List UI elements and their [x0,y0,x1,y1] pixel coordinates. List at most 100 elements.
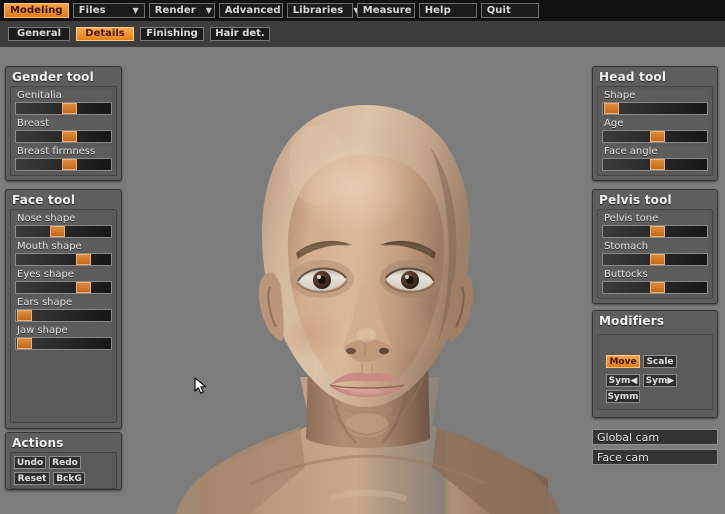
menu-item-help[interactable]: Help [419,3,477,18]
background-button-label: BckG [56,473,82,485]
slider-face-angle[interactable]: Face angle [602,146,708,171]
panel-gender-tool-body: Genitalia Breast Breast firmness [10,86,117,176]
panel-face-tool-title: Face tool [6,190,121,209]
panel-actions-body: Undo Redo Reset BckG [10,452,117,489]
background-button[interactable]: BckG [53,472,85,485]
slider-buttocks-label: Buttocks [602,269,708,280]
slider-jaw-shape-label: Jaw shape [15,325,112,336]
slider-head-shape-label: Shape [602,90,708,101]
slider-jaw-shape-track[interactable] [15,337,112,350]
slider-buttocks-handle[interactable] [650,282,665,293]
actions-button-grid: Undo Redo Reset BckG [14,456,113,485]
slider-age[interactable]: Age [602,118,708,143]
slider-pelvis-tone-handle[interactable] [650,226,665,237]
menu-item-render[interactable]: Render ▼ [149,3,215,18]
symmetry-toggle-button[interactable]: Symm [606,390,640,403]
menu-item-files-label: Files [79,3,106,18]
slider-breast-firmness-track[interactable] [15,158,112,171]
slider-eyes-shape[interactable]: Eyes shape [15,269,112,294]
global-cam-button[interactable]: Global cam [592,429,718,445]
redo-button[interactable]: Redo [49,456,81,469]
reset-button-label: Reset [18,473,47,485]
face-cam-label: Face cam [597,450,649,465]
slider-genitalia-track[interactable] [15,102,112,115]
tab-details[interactable]: Details [76,27,134,41]
slider-nose-shape[interactable]: Nose shape [15,213,112,238]
modifier-move-button[interactable]: Move [606,355,640,368]
slider-pelvis-tone[interactable]: Pelvis tone [602,213,708,238]
slider-breast-label: Breast [15,118,112,129]
slider-pelvis-tone-track[interactable] [602,225,708,238]
panel-gender-tool: Gender tool Genitalia Breast Breast firm… [5,66,122,181]
slider-buttocks[interactable]: Buttocks [602,269,708,294]
slider-ears-shape[interactable]: Ears shape [15,297,112,322]
slider-face-angle-track[interactable] [602,158,708,171]
slider-breast-firmness-label: Breast firmness [15,146,112,157]
slider-jaw-shape-handle[interactable] [17,338,32,349]
slider-age-track[interactable] [602,130,708,143]
tab-details-label: Details [85,27,124,41]
panel-head-tool-body: Shape Age Face angle [597,86,713,176]
symmetry-left-button[interactable]: Sym◀ [606,374,640,387]
slider-face-angle-handle[interactable] [650,159,665,170]
face-cam-button[interactable]: Face cam [592,449,718,465]
slider-head-shape-track[interactable] [602,102,708,115]
menu-item-advanced[interactable]: Advanced ▼ [219,3,283,18]
menu-item-quit[interactable]: Quit [481,3,539,18]
slider-genitalia[interactable]: Genitalia [15,90,112,115]
slider-breast-firmness-handle[interactable] [62,159,77,170]
menu-item-modeling[interactable]: Modeling [4,3,69,18]
panel-pelvis-tool-body: Pelvis tone Stomach Buttocks [597,209,713,299]
slider-stomach-handle[interactable] [650,254,665,265]
tab-finishing[interactable]: Finishing [140,27,204,41]
undo-button[interactable]: Undo [14,456,46,469]
slider-face-angle-label: Face angle [602,146,708,157]
panel-pelvis-tool-title: Pelvis tool [593,190,717,209]
slider-breast-firmness[interactable]: Breast firmness [15,146,112,171]
slider-eyes-shape-handle[interactable] [76,282,91,293]
slider-mouth-shape-track[interactable] [15,253,112,266]
slider-buttocks-track[interactable] [602,281,708,294]
slider-ears-shape-track[interactable] [15,309,112,322]
menu-item-libraries[interactable]: Libraries ▼ [287,3,353,18]
slider-eyes-shape-label: Eyes shape [15,269,112,280]
menu-item-help-label: Help [425,3,451,18]
tab-bar: General Details Finishing Hair det. [0,21,725,47]
tab-hair-details[interactable]: Hair det. [210,27,270,41]
menu-item-render-label: Render [155,3,196,18]
panel-head-tool-title: Head tool [593,67,717,86]
slider-eyes-shape-track[interactable] [15,281,112,294]
symmetry-right-label: Sym▶ [646,375,675,387]
slider-mouth-shape-handle[interactable] [76,254,91,265]
slider-breast[interactable]: Breast [15,118,112,143]
panel-face-tool-body: Nose shape Mouth shape Eyes shape Ears s… [10,209,117,423]
tab-hair-details-label: Hair det. [215,27,264,41]
slider-genitalia-handle[interactable] [62,103,77,114]
slider-age-handle[interactable] [650,131,665,142]
slider-breast-handle[interactable] [62,131,77,142]
tab-finishing-label: Finishing [146,27,198,41]
menu-item-files[interactable]: Files ▼ [73,3,145,18]
reset-button[interactable]: Reset [14,472,50,485]
slider-breast-track[interactable] [15,130,112,143]
slider-mouth-shape[interactable]: Mouth shape [15,241,112,266]
slider-stomach-track[interactable] [602,253,708,266]
symmetry-right-button[interactable]: Sym▶ [643,374,677,387]
chevron-down-icon: ▼ [196,3,212,18]
slider-jaw-shape[interactable]: Jaw shape [15,325,112,350]
slider-ears-shape-handle[interactable] [17,310,32,321]
menu-item-measure[interactable]: Measure [357,3,415,18]
undo-button-label: Undo [17,457,43,469]
slider-nose-shape-handle[interactable] [50,226,65,237]
slider-head-shape[interactable]: Shape [602,90,708,115]
panel-head-tool: Head tool Shape Age Face angle [592,66,718,181]
modifier-scale-button[interactable]: Scale [643,355,677,368]
slider-nose-shape-track[interactable] [15,225,112,238]
slider-stomach[interactable]: Stomach [602,241,708,266]
slider-age-label: Age [602,118,708,129]
panel-actions-title: Actions [6,433,121,452]
global-cam-label: Global cam [597,430,659,445]
tab-general[interactable]: General [8,27,70,41]
slider-head-shape-handle[interactable] [604,103,619,114]
modifiers-button-grid: Move Scale Sym◀ Sym▶ Symm [606,355,710,403]
